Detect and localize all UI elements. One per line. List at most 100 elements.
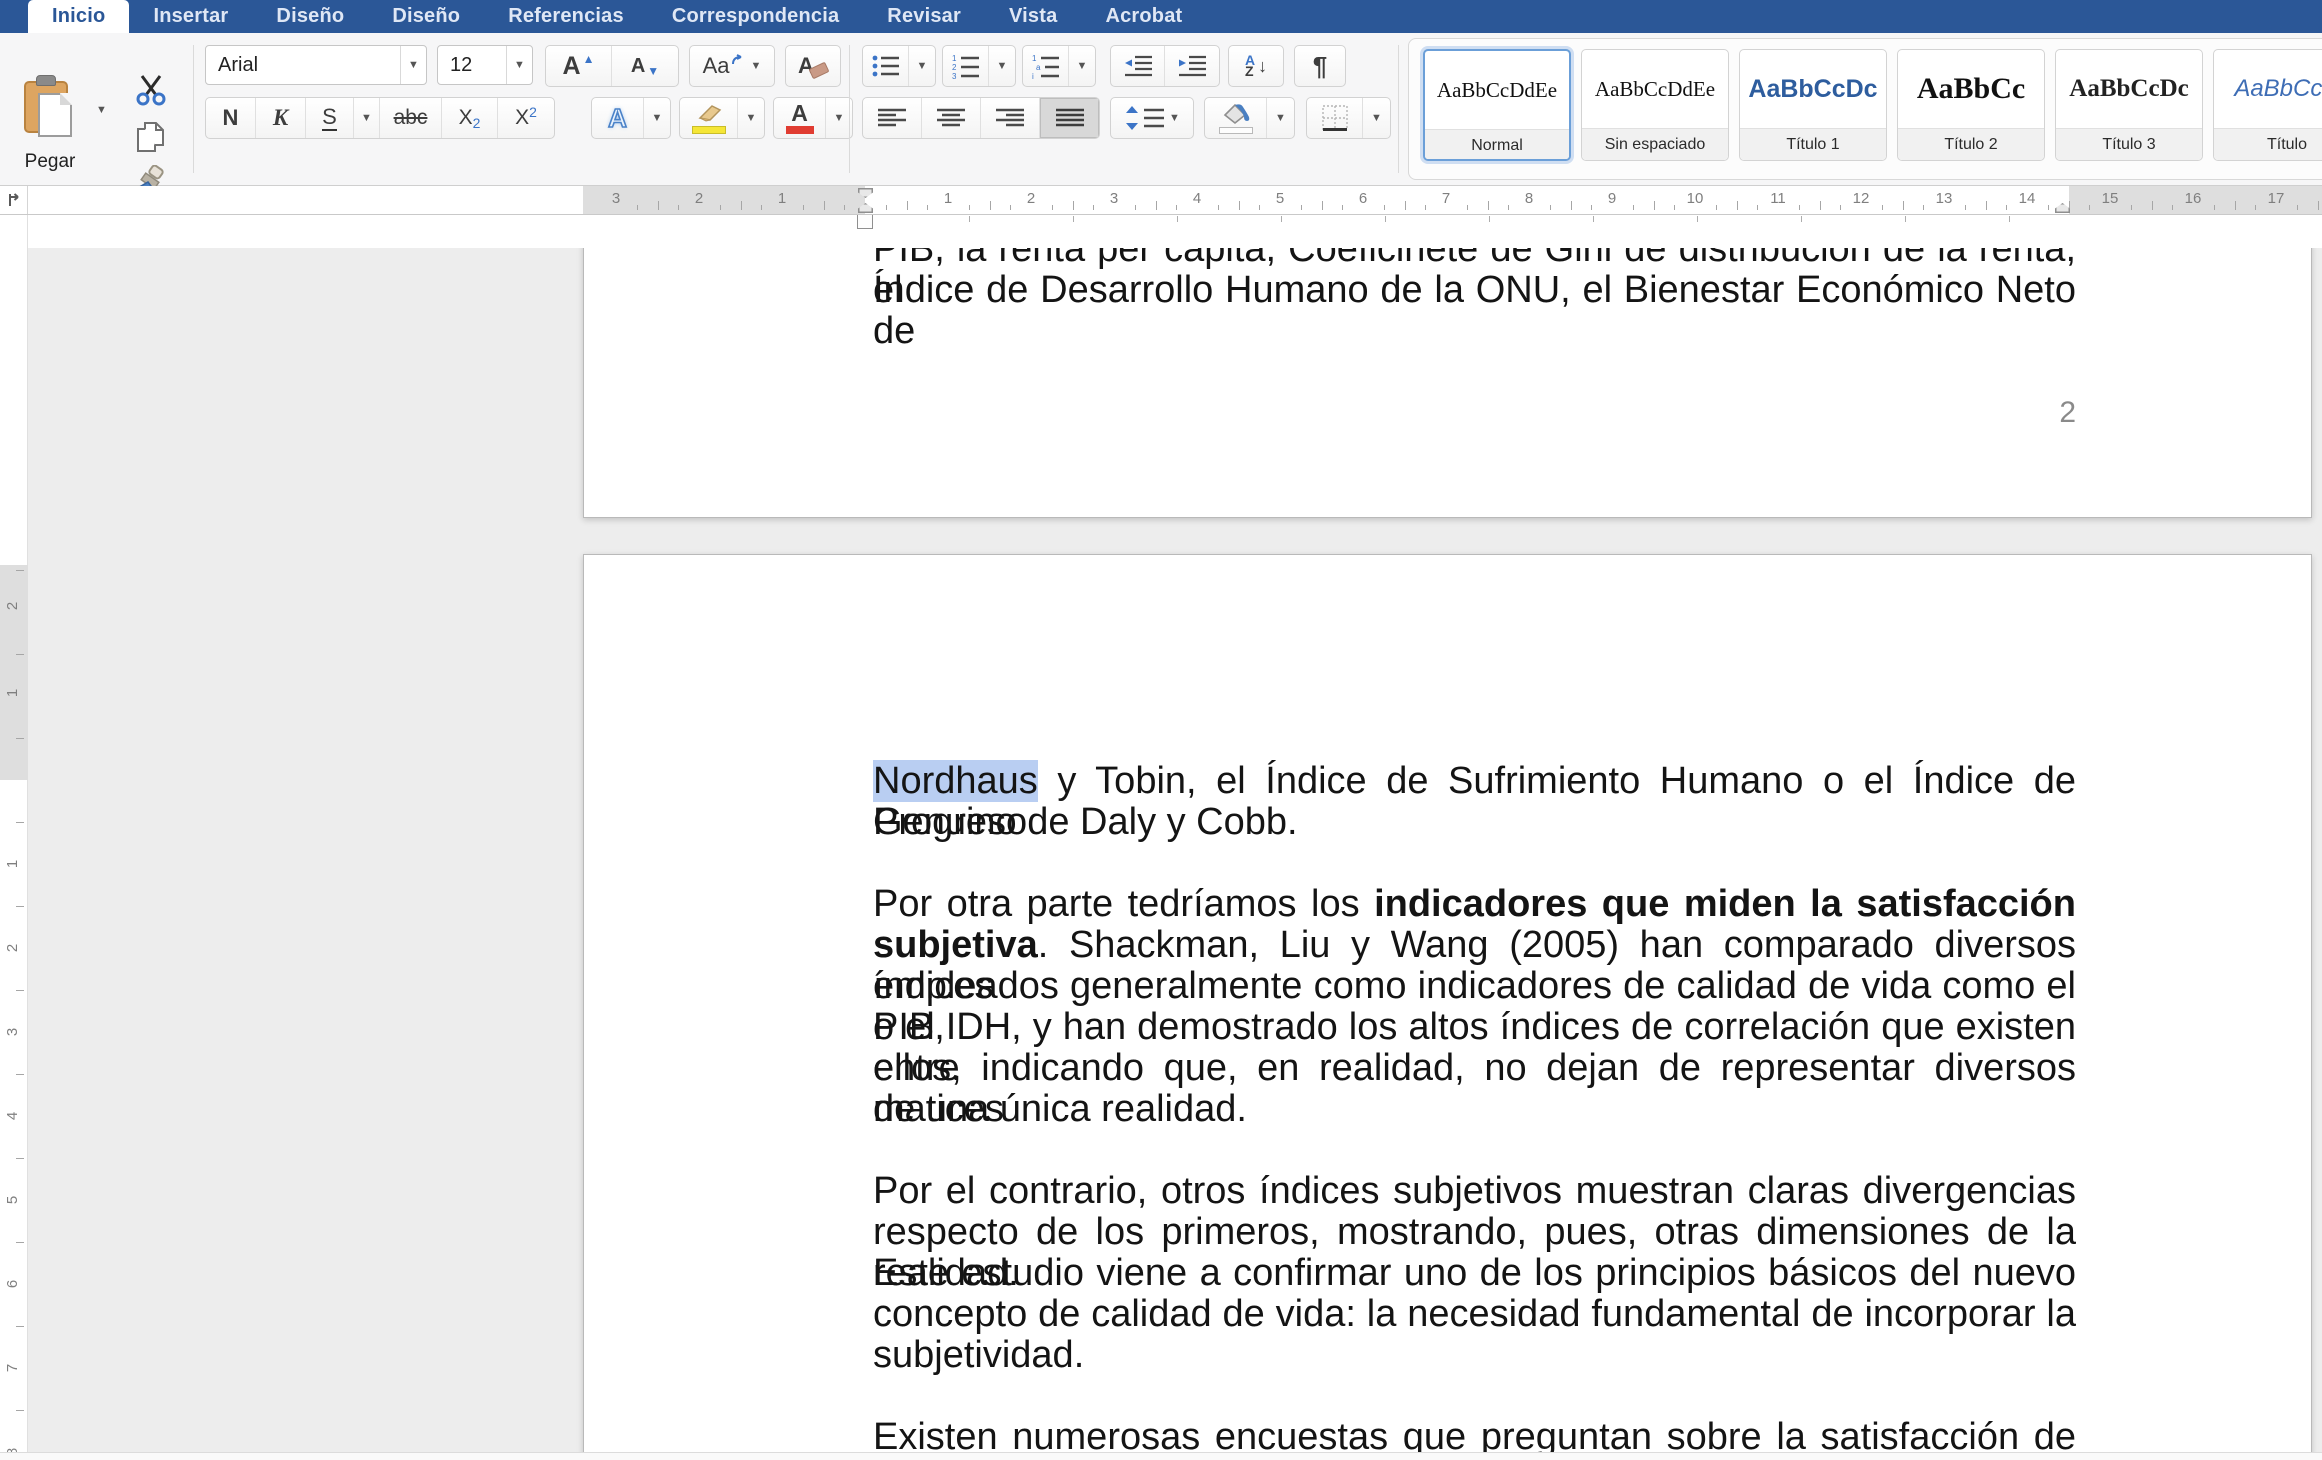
borders-button[interactable] <box>1307 98 1363 138</box>
multilevel-list-button[interactable]: 1ai <box>1023 46 1069 86</box>
font-color-button[interactable]: A <box>774 98 826 138</box>
default-tab-stop-mark <box>1593 216 1594 222</box>
ribbon: ▼ Pegar Arial ▼ 12 ▼ A▲ A▼ <box>0 33 2322 186</box>
text-line[interactable]: respecto de los primeros, mostrando, pue… <box>873 1212 2076 1253</box>
shading-button[interactable] <box>1205 98 1267 138</box>
subscript-button[interactable]: X2 <box>442 98 498 138</box>
style-titulo-sub[interactable]: AaBbCcD Título <box>2213 49 2322 161</box>
selected-text[interactable]: Nordhaus <box>873 760 1038 802</box>
align-right-button[interactable] <box>981 98 1040 138</box>
justify-button[interactable] <box>1040 98 1099 138</box>
tab-acrobat[interactable]: Acrobat <box>1081 0 1206 33</box>
show-paragraph-marks-button[interactable]: ¶ <box>1294 45 1346 87</box>
clear-formatting-button[interactable]: A <box>785 45 841 87</box>
grow-font-button[interactable]: A▲ <box>546 46 612 86</box>
style-titulo-2[interactable]: AaBbCc Título 2 <box>1897 49 2045 161</box>
ruler-number: 1 <box>4 679 24 707</box>
numbered-list-button[interactable]: 123 <box>943 46 989 86</box>
ruler-tick <box>1259 205 1260 210</box>
sort-button[interactable]: AZ ↓ <box>1228 45 1284 87</box>
text-effects-button[interactable]: A <box>592 98 644 138</box>
multilevel-list-dropdown-icon[interactable]: ▼ <box>1069 46 1095 86</box>
tab-correspondencia[interactable]: Correspondencia <box>648 0 863 33</box>
style-titulo-1[interactable]: AaBbCcDc Título 1 <box>1739 49 1887 161</box>
text-line[interactable]: subjetiva. Shackman, Liu y Wang (2005) h… <box>873 925 2076 966</box>
bullet-list-button[interactable] <box>863 46 909 86</box>
text-line[interactable]: ellos, indicando que, en realidad, no de… <box>873 1048 2076 1089</box>
tab-vista[interactable]: Vista <box>985 0 1081 33</box>
align-left-button[interactable] <box>863 98 922 138</box>
align-center-button[interactable] <box>922 98 981 138</box>
tab-insertar[interactable]: Insertar <box>129 0 252 33</box>
right-indent-marker[interactable] <box>2055 203 2070 213</box>
text-line[interactable]: Por otra parte tedríamos los indicadores… <box>873 884 2076 925</box>
page-1[interactable]: PIB, la renta per cápita, Coeficinete de… <box>583 215 2312 518</box>
borders-dropdown-icon[interactable]: ▼ <box>1363 98 1390 138</box>
ruler-number: 4 <box>1186 190 1208 207</box>
font-size-combo[interactable]: 12 ▼ <box>437 45 533 85</box>
copy-icon[interactable] <box>136 121 166 153</box>
text-line[interactable]: Nordhaus y Tobin, el Índice de Sufrimien… <box>873 761 2076 802</box>
horizontal-ruler[interactable]: 3 2 1 1 2 3 4 5 6 7 8 9 10 11 12 13 14 1… <box>0 186 2322 215</box>
text-line[interactable]: o el IDH, y han demostrado los altos índ… <box>873 1007 2076 1048</box>
font-size-dropdown-icon[interactable]: ▼ <box>506 46 532 84</box>
text-effects-dropdown-icon[interactable]: ▼ <box>644 98 670 138</box>
text-line[interactable]: Este estudio viene a confirmar uno de lo… <box>873 1253 2076 1294</box>
paragraph[interactable]: Por el contrario, otros índices subjetiv… <box>873 1171 2076 1376</box>
text-line[interactable]: Índice de Desarrollo Humano de la ONU, e… <box>873 270 2076 311</box>
shrink-font-button[interactable]: A▼ <box>612 46 678 86</box>
page-number: 2 <box>2036 396 2076 430</box>
font-name-combo[interactable]: Arial ▼ <box>205 45 427 85</box>
document-canvas[interactable]: PIB, la renta per cápita, Coeficinete de… <box>0 215 2322 1460</box>
shading-dropdown-icon[interactable]: ▼ <box>1267 98 1294 138</box>
line-spacing-button[interactable]: ▼ <box>1110 97 1194 139</box>
font-resize-group: A▲ A▼ <box>545 45 679 87</box>
style-sin-espaciado[interactable]: AaBbCcDdEe Sin espaciado <box>1581 49 1729 161</box>
paste-dropdown-icon[interactable]: ▼ <box>96 105 107 116</box>
style-normal[interactable]: AaBbCcDdEe Normal <box>1423 49 1571 161</box>
tab-diseno-1[interactable]: Diseño <box>252 0 368 33</box>
tab-referencias[interactable]: Referencias <box>484 0 648 33</box>
ruler-tick <box>803 205 804 210</box>
font-name-dropdown-icon[interactable]: ▼ <box>400 46 426 84</box>
tab-selector[interactable] <box>0 186 28 214</box>
tab-revisar[interactable]: Revisar <box>863 0 985 33</box>
ruler-tick <box>2214 205 2215 210</box>
italic-button[interactable]: K <box>256 98 306 138</box>
tab-inicio[interactable]: Inicio <box>28 0 129 33</box>
tab-diseno-2[interactable]: Diseño <box>368 0 484 33</box>
superscript-button[interactable]: X2 <box>498 98 554 138</box>
ruler-tick <box>1488 201 1489 210</box>
cut-icon[interactable] <box>134 73 168 107</box>
ruler-tick <box>1093 205 1094 210</box>
decrease-indent-button[interactable] <box>1111 46 1165 86</box>
text-line[interactable]: Por el contrario, otros índices subjetiv… <box>873 1171 2076 1212</box>
shading-color-bar <box>1219 127 1253 134</box>
text-line[interactable]: empleados generalmente como indicadores … <box>873 966 2076 1007</box>
increase-indent-button[interactable] <box>1165 46 1219 86</box>
text-line[interactable]: subjetividad. <box>873 1335 2076 1376</box>
numbered-list-dropdown-icon[interactable]: ▼ <box>989 46 1015 86</box>
underline-dropdown-icon[interactable]: ▼ <box>354 98 380 138</box>
left-indent-marker[interactable] <box>857 215 873 229</box>
paragraph[interactable]: Por otra parte tedríamos los indicadores… <box>873 884 2076 1130</box>
style-titulo-3[interactable]: AaBbCcDc Título 3 <box>2055 49 2203 161</box>
multilevel-list-group: 1ai ▼ <box>1022 45 1096 87</box>
bullet-list-dropdown-icon[interactable]: ▼ <box>909 46 935 86</box>
vertical-ruler[interactable]: 2 1 1 2 3 4 5 6 7 8 <box>0 215 28 1460</box>
text-line[interactable]: concepto de calidad de vida: la necesida… <box>873 1294 2076 1335</box>
paragraph[interactable]: Nordhaus y Tobin, el Índice de Sufrimien… <box>873 761 2076 843</box>
page-2[interactable]: Nordhaus y Tobin, el Índice de Sufrimien… <box>583 554 2312 1460</box>
ruler-number: 5 <box>1269 190 1291 207</box>
ruler-tick <box>1903 201 1904 210</box>
strikethrough-button[interactable]: abc <box>380 98 442 138</box>
page2-text[interactable]: Nordhaus y Tobin, el Índice de Sufrimien… <box>873 761 2076 1460</box>
highlight-button[interactable] <box>680 98 738 138</box>
ruler-tick <box>658 201 659 210</box>
bold-button[interactable]: N <box>206 98 256 138</box>
change-case-button[interactable]: Aa ▼ <box>689 45 775 87</box>
text-line[interactable]: Genuino de Daly y Cobb. <box>873 802 2076 843</box>
underline-button[interactable]: S <box>306 98 354 138</box>
text-line[interactable]: de una única realidad. <box>873 1089 2076 1130</box>
highlight-dropdown-icon[interactable]: ▼ <box>738 98 764 138</box>
